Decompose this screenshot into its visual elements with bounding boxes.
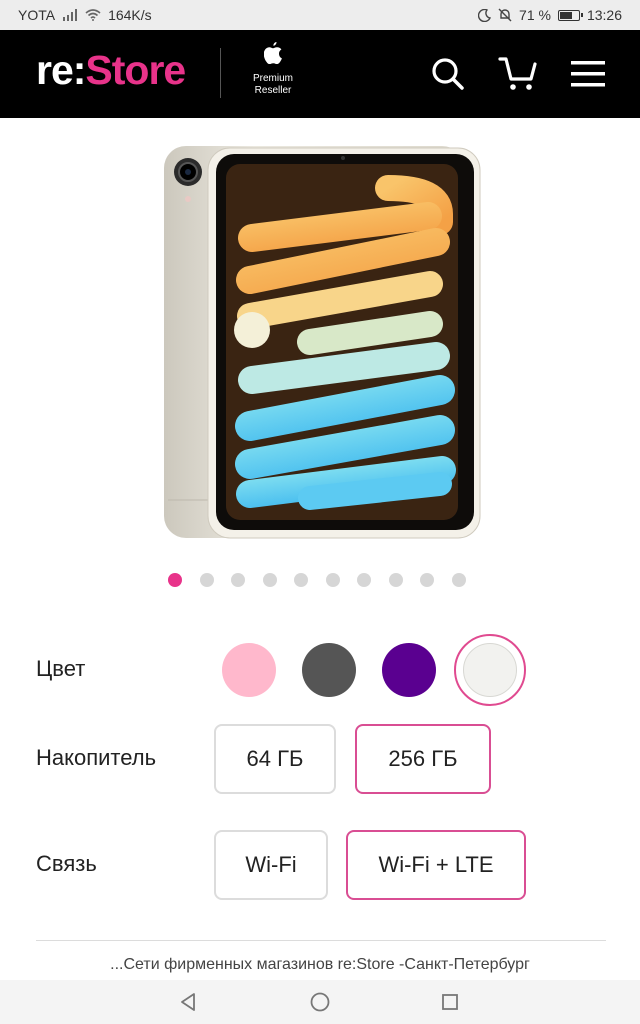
hamburger-menu-icon — [571, 61, 605, 87]
color-swatch-fill — [463, 643, 517, 697]
system-navigation-bar — [0, 980, 640, 1024]
search-button[interactable] — [426, 52, 470, 96]
cart-icon — [498, 57, 537, 90]
color-swatch[interactable] — [373, 634, 445, 706]
color-swatch-fill — [222, 643, 276, 697]
cart-button[interactable] — [496, 52, 540, 96]
gallery-dot[interactable] — [451, 573, 466, 587]
connectivity-option-wifi[interactable]: Wi-Fi — [214, 830, 328, 900]
menu-button[interactable] — [566, 52, 610, 96]
battery-percent: 71 % — [519, 7, 551, 23]
color-swatch[interactable] — [293, 634, 365, 706]
apple-logo-icon — [244, 42, 302, 69]
storage-label: Накопитель — [36, 745, 157, 770]
battery-icon — [557, 9, 583, 21]
badge-line-premium: Premium — [252, 73, 293, 84]
moon-icon — [478, 8, 492, 22]
back-button[interactable] — [168, 986, 208, 1018]
apple-premium-reseller-badge: Premium Reseller — [244, 42, 302, 97]
logo-prefix: re: — [36, 47, 86, 93]
clock: 13:26 — [586, 7, 622, 23]
bell-muted-icon — [498, 8, 512, 22]
gallery-dot[interactable] — [325, 573, 340, 587]
badge-line-reseller: Reseller — [254, 85, 292, 96]
header-divider — [220, 48, 221, 98]
search-icon — [432, 58, 464, 90]
store-network-text: ...Сети фирменных магазинов re:Store -Са… — [110, 956, 530, 973]
logo-suffix: Store — [85, 47, 186, 93]
gallery-dot[interactable] — [262, 573, 277, 587]
product-image[interactable] — [160, 144, 482, 540]
gallery-pagination — [168, 573, 466, 587]
network-speed: 164K/s — [108, 7, 152, 23]
color-swatch-fill — [382, 643, 436, 697]
status-right: 71 % 13:26 — [478, 7, 622, 23]
restore-logo[interactable]: re:Store — [36, 47, 186, 93]
status-bar: YOTA 164K/s 71 % 13:26 — [0, 0, 640, 30]
gallery-dot[interactable] — [357, 573, 371, 587]
gallery-dot[interactable] — [231, 573, 245, 587]
storage-option-256[interactable]: 256 ГБ — [355, 724, 491, 794]
gallery-dot[interactable] — [168, 573, 182, 587]
color-label: Цвет — [36, 656, 86, 681]
section-divider — [36, 940, 606, 941]
gallery-dot[interactable] — [420, 573, 434, 587]
gallery-dot[interactable] — [388, 573, 403, 587]
signal-icon — [62, 9, 78, 21]
back-triangle-icon — [181, 993, 195, 1011]
storage-option-64[interactable]: 64 ГБ — [214, 724, 336, 794]
recents-button[interactable] — [430, 986, 470, 1018]
connectivity-option-wifi-lte[interactable]: Wi-Fi + LTE — [346, 830, 526, 900]
color-swatch[interactable] — [454, 634, 526, 706]
color-swatch[interactable] — [213, 634, 285, 706]
site-header: re:Store Premium Reseller — [0, 30, 640, 118]
gallery-dot[interactable] — [294, 573, 308, 587]
home-button[interactable] — [300, 986, 340, 1018]
connectivity-label: Связь — [36, 851, 97, 876]
wifi-icon — [85, 9, 101, 21]
gallery-dot[interactable] — [199, 573, 214, 587]
carrier-name: YOTA — [18, 7, 56, 23]
home-circle-icon — [310, 992, 330, 1012]
color-swatch-fill — [302, 643, 356, 697]
recents-square-icon — [442, 994, 458, 1010]
status-left: YOTA 164K/s — [18, 7, 152, 23]
